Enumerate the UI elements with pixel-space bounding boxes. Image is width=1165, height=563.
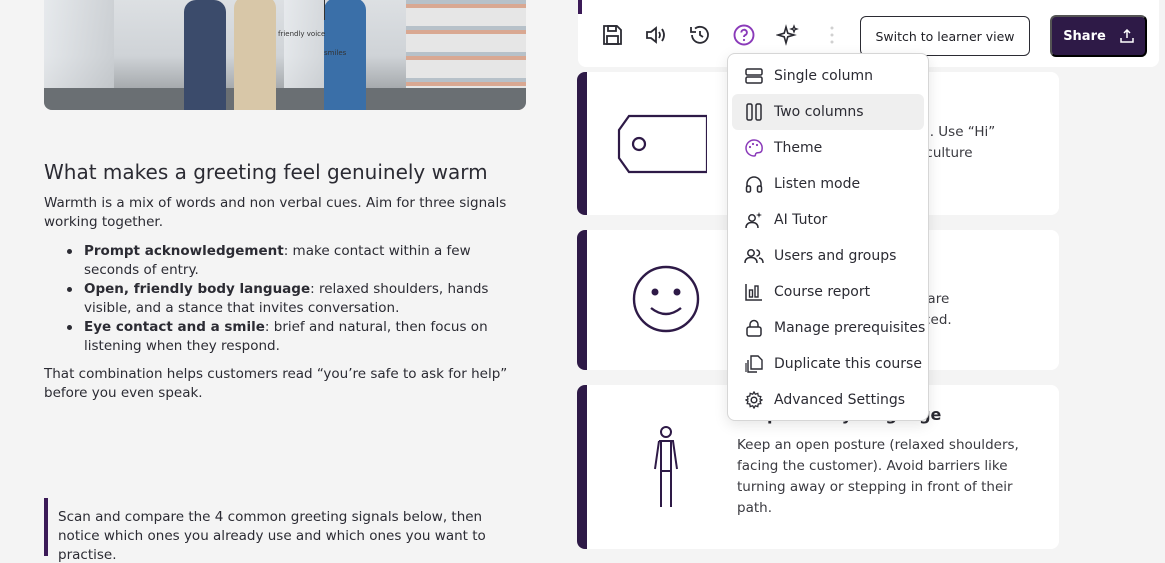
signal-list: Prompt acknowledgement: make contact wit… — [64, 242, 524, 356]
smile-face-icon — [632, 265, 700, 333]
palette-icon — [744, 138, 764, 158]
hero-image: friendly voice smiles — [44, 0, 526, 110]
report-icon — [744, 282, 764, 302]
upload-icon — [1120, 29, 1134, 43]
caption-friendly-voice: friendly voice — [278, 30, 326, 38]
settings-gear-icon — [744, 390, 764, 410]
store-floor — [44, 88, 526, 110]
menu-item-ai-tutor[interactable]: AI Tutor — [732, 202, 924, 238]
menu-item-manage-prerequisites[interactable]: Manage prerequisites — [732, 310, 925, 346]
help-icon[interactable] — [731, 22, 757, 48]
menu-item-course-report[interactable]: Course report — [732, 274, 924, 310]
list-item: Open, friendly body language: relaxed sh… — [64, 280, 524, 318]
history-icon[interactable] — [687, 22, 713, 48]
customer-figure — [184, 0, 226, 110]
closing-paragraph: That combination helps customers read “y… — [44, 366, 508, 401]
headphones-icon — [744, 174, 764, 194]
users-icon — [744, 246, 764, 266]
menu-item-single-column[interactable]: Single column — [732, 58, 924, 94]
list-item: Eye contact and a smile: brief and natur… — [64, 318, 524, 356]
more-options-menu: Single column Two columns Theme Listen m… — [727, 53, 929, 421]
list-item: Prompt acknowledgement: make contact wit… — [64, 242, 524, 280]
section-heading: What makes a greeting feel genuinely war… — [44, 160, 488, 184]
menu-item-duplicate-course[interactable]: Duplicate this course — [732, 346, 924, 382]
menu-item-two-columns[interactable]: Two columns — [732, 94, 924, 130]
switch-learner-view-button[interactable]: Switch to learner view — [860, 16, 1030, 56]
intro-paragraph: Warmth is a mix of words and non verbal … — [44, 195, 507, 230]
menu-item-users-and-groups[interactable]: Users and groups — [732, 238, 924, 274]
audio-icon[interactable] — [643, 22, 669, 48]
menu-item-listen-mode[interactable]: Listen mode — [732, 166, 924, 202]
card-text: Keep an open posture (relaxed shoulders,… — [737, 437, 1019, 516]
caption-smiles: smiles — [324, 49, 347, 57]
save-icon[interactable] — [599, 22, 625, 48]
customer-figure-2 — [234, 0, 276, 110]
share-button[interactable]: Share — [1050, 15, 1147, 57]
tag-icon — [617, 114, 707, 174]
ai-sparkle-icon[interactable] — [775, 22, 801, 48]
ai-tutor-icon — [744, 210, 764, 230]
more-icon[interactable] — [819, 22, 845, 48]
single-column-icon — [744, 66, 764, 86]
menu-item-theme[interactable]: Theme — [732, 130, 924, 166]
two-columns-icon — [744, 102, 764, 122]
duplicate-icon — [744, 354, 764, 374]
standing-person-icon — [654, 426, 678, 507]
instruction-callout: Scan and compare the 4 common greeting s… — [44, 498, 514, 563]
menu-item-advanced-settings[interactable]: Advanced Settings — [732, 382, 924, 418]
lock-icon — [744, 318, 764, 338]
